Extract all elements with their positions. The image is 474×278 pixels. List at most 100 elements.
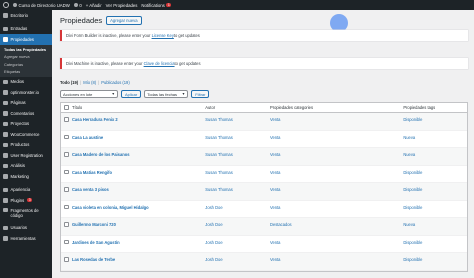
row-checkbox[interactable] [64,257,69,262]
property-title-link[interactable]: Jardines de San Agustín [72,240,205,245]
menu-proyectos[interactable]: Proyectos [0,119,52,130]
clave-licencia-link[interactable]: Clave de licencia [144,61,175,66]
author-link[interactable]: Josh Doe [205,205,270,210]
row-checkbox[interactable] [64,152,69,157]
property-title-link[interactable]: Casa La austine [72,135,205,140]
table-row: Guillermo Marconi 720 Josh Doe Destacado… [61,218,467,236]
portfolio-icon [3,121,8,126]
property-title-link[interactable]: Casa Herradura Fenix 2 [72,117,205,122]
author-link[interactable]: Susan Thomas [205,152,270,157]
apply-button[interactable]: Aplicar [121,90,142,98]
menu-user-registration[interactable]: User Registration [0,150,52,161]
user-reg-icon [3,153,8,158]
submenu-todas-propiedades[interactable]: Todas las Propiedades [0,46,52,54]
menu-usuarios[interactable]: Usuarios [0,223,52,234]
category-link[interactable]: Venta [270,205,403,210]
tag-link[interactable]: Disponible [403,187,467,192]
notifications-link[interactable]: Notifications 1 [141,3,172,8]
select-all-checkbox[interactable] [64,105,69,110]
property-title-link[interactable]: Las Rosedas de Terbe [72,257,205,262]
author-link[interactable]: Josh Doe [205,222,270,227]
category-link[interactable]: Venta [270,187,403,192]
submenu-etiquetas[interactable]: Etiquetas [0,68,52,76]
column-title[interactable]: Título [72,105,205,110]
properties-table: Título Autor Propiedades categories Prop… [60,102,468,272]
add-new-button[interactable]: Agregar nueva [106,16,142,25]
author-link[interactable]: Susan Thomas [205,117,270,122]
bulk-action-select[interactable]: Acciones en lote ▼ [60,90,118,98]
row-checkbox[interactable] [64,169,69,174]
menu-paginas[interactable]: Páginas [0,98,52,109]
menu-entradas[interactable]: Entradas [0,24,52,35]
tag-link[interactable]: Disponible [403,117,467,122]
optin-icon [3,90,8,95]
view-all[interactable]: Todo (19) [60,80,78,85]
author-link[interactable]: Susan Thomas [205,135,270,140]
author-link[interactable]: Josh Doe [205,240,270,245]
submenu-agregar-nueva[interactable]: Agregar nueva [0,53,52,61]
add-new-link[interactable]: + Añadir [86,3,102,8]
menu-fragmentos[interactable]: Fragmentos de código [0,206,52,223]
building-icon [3,37,8,42]
site-name-link[interactable]: Curso de Directorio UADW [13,3,70,8]
view-properties-link[interactable]: Ver Propiedades [106,3,138,8]
property-title-link[interactable]: Guillermo Marconi 720 [72,222,205,227]
table-row: Casa violeta en colonia, Miguel Hidalgo … [61,201,467,218]
author-link[interactable]: Susan Thomas [205,187,270,192]
comments-link[interactable]: 0 [73,3,82,8]
menu-analisis[interactable]: Análisis [0,161,52,172]
row-checkbox[interactable] [64,134,69,139]
menu-herramientas[interactable]: Herramientas [0,233,52,244]
category-link[interactable]: Venta [270,152,403,157]
column-author: Autor [205,105,216,110]
tag-link[interactable]: Nueva [403,222,467,227]
users-icon [3,225,8,230]
date-filter-select[interactable]: Todas las fechas ▼ [144,90,189,98]
category-link[interactable]: Venta [270,135,403,140]
menu-comentarios[interactable]: Comentarios [0,108,52,119]
view-mine[interactable]: Mío (8) [83,80,96,85]
tag-link[interactable]: Disponible [403,240,467,245]
menu-plugins[interactable]: Plugins 3 [0,195,52,206]
license-key-link[interactable]: License Key [152,33,174,38]
view-published[interactable]: Publicados (19) [101,80,129,85]
menu-woocommerce[interactable]: WooCommerce [0,129,52,140]
tag-link[interactable]: Disponible [403,205,467,210]
row-checkbox[interactable] [64,117,69,122]
submenu-categorias[interactable]: Categorías [0,61,52,69]
pin-icon [3,26,8,31]
row-checkbox[interactable] [64,187,69,192]
filter-button[interactable]: Filtrar [191,90,210,98]
menu-marketing[interactable]: Marketing [0,171,52,182]
author-link[interactable]: Josh Doe [205,257,270,262]
notifications-badge: 1 [166,3,172,7]
category-link[interactable]: Venta [270,117,403,122]
author-link[interactable]: Susan Thomas [205,170,270,175]
tag-link[interactable]: Disponible [403,170,467,175]
category-link[interactable]: Venta [270,240,403,245]
menu-medios[interactable]: Medios [0,77,52,88]
tag-link[interactable]: Nueva [403,135,467,140]
table-header: Título Autor Propiedades categories Prop… [61,103,467,113]
wordpress-logo-icon[interactable] [3,2,9,8]
menu-apariencia[interactable]: Apariencia [0,185,52,196]
category-link[interactable]: Destacados [270,222,403,227]
menu-productos[interactable]: Productos [0,140,52,151]
column-categories: Propiedades categories [269,105,313,110]
row-checkbox[interactable] [64,222,69,227]
menu-propiedades[interactable]: Propiedades [0,34,52,45]
row-checkbox[interactable] [64,204,69,209]
property-title-link[interactable]: Casa Matías Rengifo [72,170,205,175]
category-link[interactable]: Venta [270,257,403,262]
tag-link[interactable]: Disponible [403,257,467,262]
row-checkbox[interactable] [64,239,69,244]
home-icon [13,3,17,7]
menu-optinmonster[interactable]: optinmonster.io [0,87,52,98]
property-title-link[interactable]: Casa Madero de los Paisanos [72,152,205,157]
brush-icon [3,187,8,192]
menu-escritorio[interactable]: Escritorio [0,10,52,21]
tag-link[interactable]: Nueva [403,152,467,157]
property-title-link[interactable]: Casa violeta en colonia, Miguel Hidalgo [72,205,205,210]
property-title-link[interactable]: Casa venta 3 pisos [72,187,205,192]
category-link[interactable]: Venta [270,170,403,175]
